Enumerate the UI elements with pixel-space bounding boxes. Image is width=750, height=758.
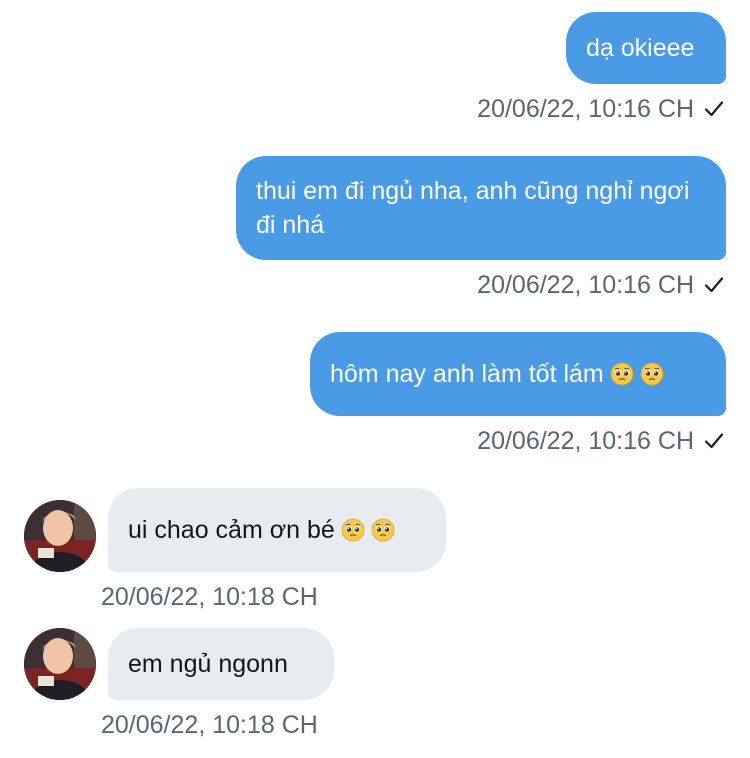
timestamp-text: 20/06/22, 10:16 CH [477,95,694,123]
sender-avatar[interactable] [24,628,96,700]
sent-message-bubble[interactable]: thui em đi ngủ nha, anh cũng nghỉ ngơi đ… [236,156,726,260]
pleading-face-emoji-icon [341,518,365,542]
sender-avatar[interactable] [24,500,96,572]
timestamp-text: 20/06/22, 10:18 CH [101,711,318,739]
checkmark-icon [704,101,724,117]
pleading-face-emoji-icon [640,362,664,386]
avatar-image [24,628,96,700]
avatar-image [24,500,96,572]
message-timestamp: 20/06/22, 10:18 CH [101,710,318,740]
message-timestamp: 20/06/22, 10:16 CH [477,270,724,300]
pleading-face-emoji-icon [610,362,634,386]
message-text: em ngủ ngonn [128,650,288,678]
timestamp-text: 20/06/22, 10:18 CH [101,583,318,611]
sent-message-bubble[interactable]: dạ okieee [566,12,726,84]
message-text: dạ okieee [586,34,695,62]
message-timestamp: 20/06/22, 10:18 CH [101,582,318,612]
message-text: thui em đi ngủ nha, anh cũng nghỉ ngơi đ… [256,177,690,239]
pleading-face-emoji-icon [371,518,395,542]
checkmark-icon [704,277,724,293]
received-message-bubble[interactable]: em ngủ ngonn [108,628,334,700]
message-timestamp: 20/06/22, 10:16 CH [477,94,724,124]
timestamp-text: 20/06/22, 10:16 CH [477,271,694,299]
received-message-bubble[interactable]: ui chao cảm ơn bé [108,488,446,572]
message-text: hôm nay anh làm tốt lám [330,360,604,388]
timestamp-text: 20/06/22, 10:16 CH [477,427,694,455]
message-timestamp: 20/06/22, 10:16 CH [477,426,724,456]
sent-message-bubble[interactable]: hôm nay anh làm tốt lám [310,332,726,416]
message-text: ui chao cảm ơn bé [128,516,335,544]
checkmark-icon [704,433,724,449]
